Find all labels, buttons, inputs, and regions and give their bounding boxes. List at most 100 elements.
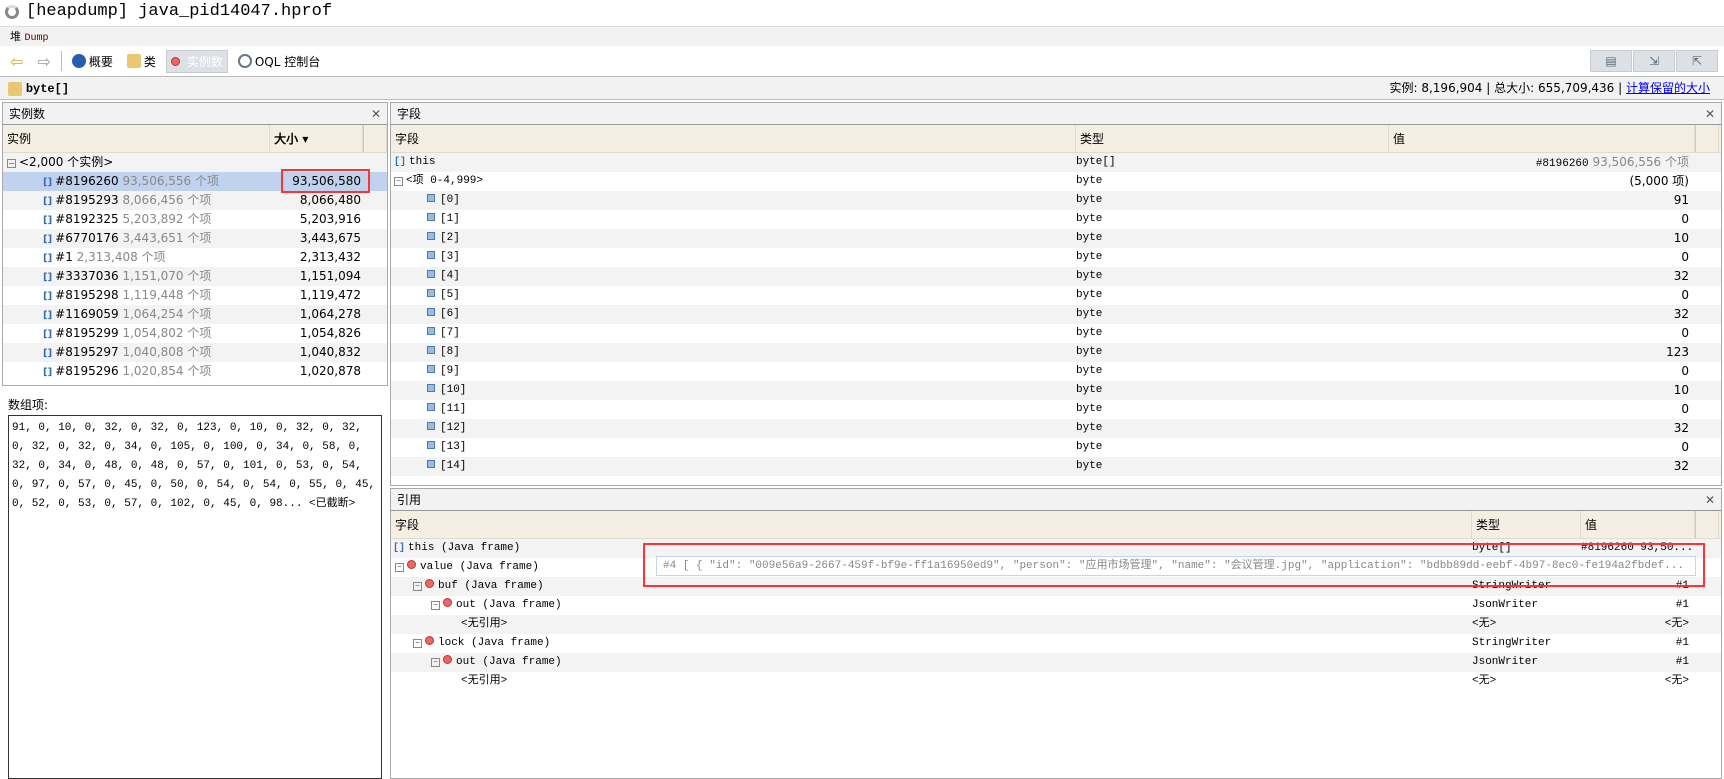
table-row[interactable]: [] #8195293 8,066,456 个项 8,066,480: [3, 191, 387, 210]
array-icon: []: [43, 367, 53, 378]
table-row[interactable]: [0] byte 91: [391, 191, 1721, 210]
forward-button[interactable]: ⇨: [33, 50, 54, 73]
tab-dump[interactable]: 堆 Dump: [0, 26, 1724, 46]
table-row[interactable]: − out (Java frame) JsonWriter #1: [391, 596, 1721, 615]
view-instances-button[interactable]: ▤: [1590, 50, 1632, 72]
col-size-label: 大小: [274, 132, 299, 146]
summary-button[interactable]: 概要: [68, 51, 117, 72]
col-field[interactable]: 字段: [391, 125, 1076, 152]
table-row[interactable]: [13] byte 0: [391, 438, 1721, 457]
table-row[interactable]: [3] byte 0: [391, 248, 1721, 267]
ref-name: value (Java frame): [420, 561, 539, 573]
col-type[interactable]: 类型: [1472, 511, 1581, 538]
table-row[interactable]: [] #6770176 3,443,651 个项 3,443,675: [3, 229, 387, 248]
collapse-icon[interactable]: −: [413, 582, 422, 591]
table-row[interactable]: [11] byte 0: [391, 400, 1721, 419]
instance-cell: [] #8196260 93,506,556 个项: [3, 172, 273, 191]
oql-button[interactable]: OQL 控制台: [234, 51, 324, 72]
column-chooser-button[interactable]: [363, 125, 387, 152]
field-cell: [1]: [391, 210, 1076, 229]
table-row[interactable]: [] #8195297 1,040,808 个项 1,040,832: [3, 343, 387, 362]
array-items-text[interactable]: 91, 0, 10, 0, 32, 0, 32, 0, 123, 0, 10, …: [8, 415, 382, 779]
table-row[interactable]: [] #8195299 1,054,802 个项 1,054,826: [3, 324, 387, 343]
instance-cell: [] #6770176 3,443,651 个项: [3, 229, 273, 248]
table-row[interactable]: [] #8195298 1,119,448 个项 1,119,472: [3, 286, 387, 305]
table-row[interactable]: [12] byte 32: [391, 419, 1721, 438]
field-value: 0: [1681, 288, 1689, 302]
primitive-icon: [427, 441, 435, 449]
table-row[interactable]: [] #1169059 1,064,254 个项 1,064,278: [3, 305, 387, 324]
column-chooser-button[interactable]: [1695, 125, 1719, 152]
field-cell: [7]: [391, 324, 1076, 343]
table-row[interactable]: [] #1 2,313,408 个项 2,313,432: [3, 248, 387, 267]
primitive-icon: [427, 327, 435, 335]
table-row[interactable]: [9] byte 0: [391, 362, 1721, 381]
classes-button[interactable]: 类: [123, 51, 160, 72]
table-row[interactable]: [] this byte[] #8196260 93,506,556 个项: [391, 153, 1721, 172]
table-row[interactable]: − out (Java frame) JsonWriter #1: [391, 653, 1721, 672]
field-cell: [6]: [391, 305, 1076, 324]
table-row[interactable]: [4] byte 32: [391, 267, 1721, 286]
table-row[interactable]: <无引用> <无> <无>: [391, 615, 1721, 634]
table-row[interactable]: [8] byte 123: [391, 343, 1721, 362]
instances-count: 8,196,904: [1421, 81, 1483, 95]
collapse-icon[interactable]: −: [7, 159, 16, 168]
table-row[interactable]: [] #3337036 1,151,070 个项 1,151,094: [3, 267, 387, 286]
table-row[interactable]: <无引用> <无> <无>: [391, 672, 1721, 691]
view-references-button[interactable]: ⇱: [1676, 50, 1718, 72]
instance-id: #8195297: [55, 345, 119, 359]
instances-button[interactable]: 实例数: [165, 49, 228, 73]
column-chooser-button[interactable]: [1695, 511, 1719, 538]
collapse-icon[interactable]: −: [431, 658, 440, 667]
instance-items: 1,020,854 个项: [122, 364, 212, 378]
primitive-icon: [427, 422, 435, 430]
array-icon: []: [43, 177, 53, 188]
back-button[interactable]: ⇦: [6, 50, 27, 73]
field-name: [6]: [440, 308, 460, 320]
oql-icon: [237, 54, 252, 68]
collapse-icon[interactable]: −: [413, 639, 422, 648]
close-icon[interactable]: ✕: [1705, 103, 1715, 125]
table-row[interactable]: [10] byte 10: [391, 381, 1721, 400]
collapse-icon[interactable]: −: [395, 563, 404, 572]
table-row[interactable]: [14] byte 32: [391, 457, 1721, 476]
table-row[interactable]: [1] byte 0: [391, 210, 1721, 229]
col-size[interactable]: 大小 ▾: [270, 125, 364, 152]
table-row[interactable]: [6] byte 32: [391, 305, 1721, 324]
ref-value: <无>: [1664, 675, 1689, 687]
table-row[interactable]: − lock (Java frame) StringWriter #1: [391, 634, 1721, 653]
field-type: byte: [1076, 251, 1103, 263]
field-type: byte: [1076, 194, 1103, 206]
col-value[interactable]: 值: [1389, 125, 1695, 152]
table-header: 字段 类型 值: [391, 125, 1721, 153]
table-row[interactable]: [5] byte 0: [391, 286, 1721, 305]
field-name: [8]: [440, 346, 460, 358]
instance-items: 1,054,802 个项: [122, 326, 212, 340]
table-row[interactable]: [] #8192325 5,203,892 个项 5,203,916: [3, 210, 387, 229]
field-name: [9]: [440, 365, 460, 377]
primitive-icon: [427, 365, 435, 373]
class-icon: [8, 81, 22, 96]
ref-cell: − out (Java frame): [391, 596, 1472, 615]
col-value[interactable]: 值: [1581, 511, 1695, 538]
instance-cell: [] #3337036 1,151,070 个项: [3, 267, 273, 286]
col-type[interactable]: 类型: [1076, 125, 1389, 152]
compute-retained-link[interactable]: 计算保留的大小: [1626, 81, 1710, 95]
collapse-icon[interactable]: −: [394, 177, 403, 186]
classes-label: 类: [143, 54, 156, 69]
col-field[interactable]: 字段: [391, 511, 1472, 538]
table-row[interactable]: − <项 0-4,999> byte (5,000 项): [391, 172, 1721, 191]
close-icon[interactable]: ✕: [371, 103, 381, 125]
table-row[interactable]: [2] byte 10: [391, 229, 1721, 248]
panel-title: 引用: [397, 493, 422, 507]
table-row[interactable]: [] #8195296 1,020,854 个项 1,020,878: [3, 362, 387, 381]
col-instance[interactable]: 实例: [3, 125, 271, 152]
field-value: 0: [1681, 440, 1689, 454]
instance-id: #8195299: [55, 326, 119, 340]
close-icon[interactable]: ✕: [1705, 489, 1715, 511]
view-fields-button[interactable]: ⇲: [1633, 50, 1675, 72]
instance-id: #1169059: [55, 307, 119, 321]
class-stats: 实例: 8,196,904 | 总大小: 655,709,436 | 计算保留的…: [1389, 81, 1710, 95]
table-row[interactable]: [7] byte 0: [391, 324, 1721, 343]
collapse-icon[interactable]: −: [431, 601, 440, 610]
